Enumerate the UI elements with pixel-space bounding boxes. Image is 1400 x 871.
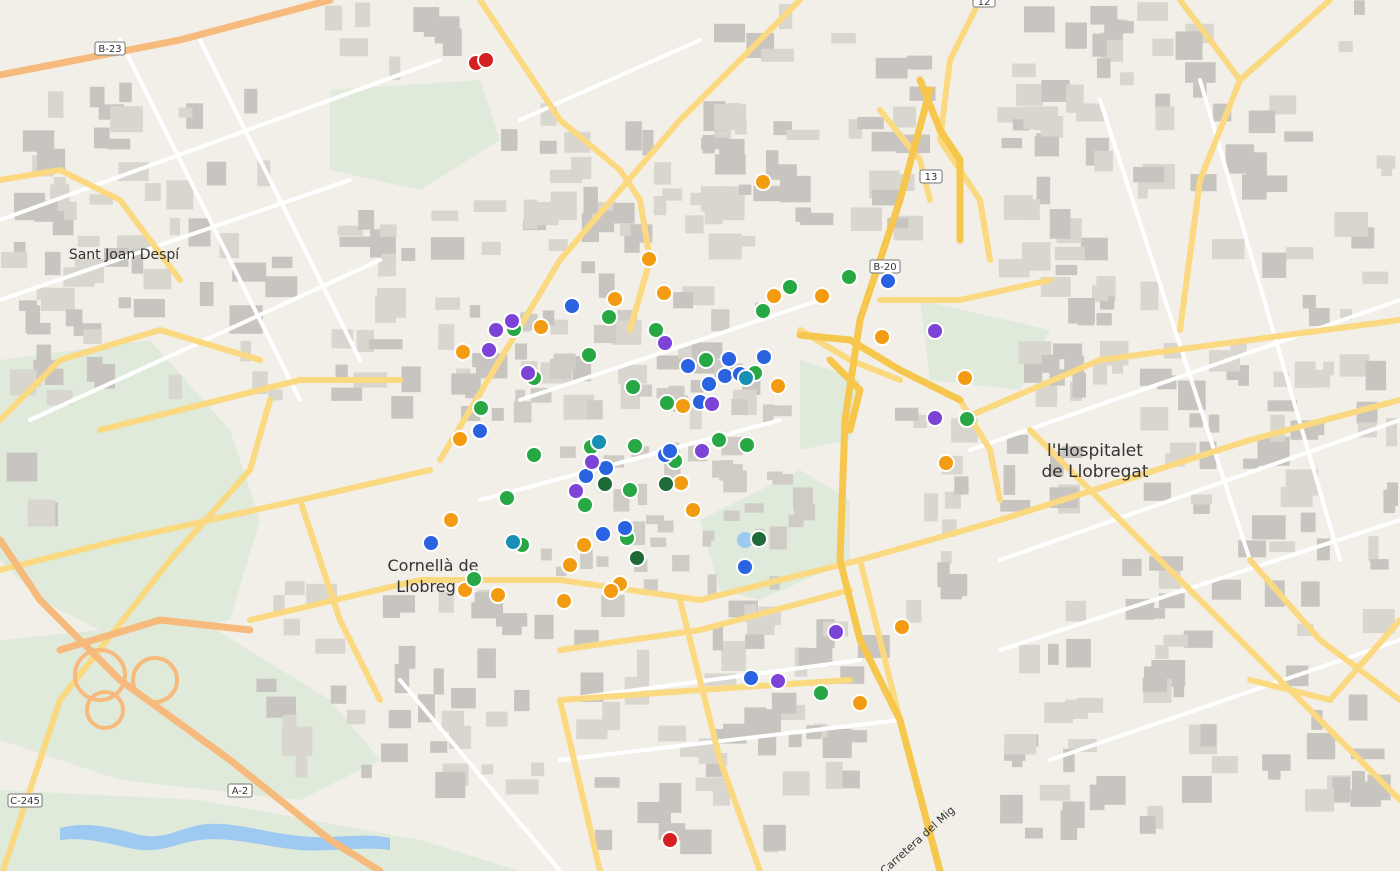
map-marker-red[interactable] [477, 51, 495, 69]
label-hospitalet-line1: l'Hospitalet [1047, 441, 1143, 461]
map-marker-purple[interactable] [480, 341, 498, 359]
map-marker-blue[interactable] [594, 525, 612, 543]
map-marker-blue[interactable] [755, 348, 773, 366]
map-marker-blue[interactable] [716, 367, 734, 385]
map-marker-green[interactable] [840, 268, 858, 286]
label-cornella-line1: Cornellà de [387, 556, 478, 575]
shield-b23: B-23 [94, 41, 126, 56]
map-marker-green[interactable] [576, 496, 594, 514]
map-marker-green[interactable] [580, 346, 598, 364]
map-marker-orange[interactable] [956, 369, 974, 387]
map-marker-green[interactable] [465, 570, 483, 588]
map-marker-orange[interactable] [655, 284, 673, 302]
map-marker-orange[interactable] [893, 618, 911, 636]
map-marker-purple[interactable] [583, 453, 601, 471]
map-marker-dark-green[interactable] [750, 530, 768, 548]
shield-13: 13 [919, 169, 943, 184]
map-canvas[interactable]: Sant Joan Despí Cornellà de Llobreg l'Ho… [0, 0, 1400, 871]
svg-text:C-245: C-245 [10, 796, 40, 807]
map-marker-dark-green[interactable] [628, 549, 646, 567]
map-marker-green[interactable] [738, 436, 756, 454]
map-marker-green[interactable] [958, 410, 976, 428]
map-marker-purple[interactable] [703, 395, 721, 413]
map-marker-orange[interactable] [684, 501, 702, 519]
map-marker-orange[interactable] [575, 536, 593, 554]
shield-a2: A-2 [227, 783, 253, 798]
map-marker-orange[interactable] [602, 582, 620, 600]
map-marker-green[interactable] [525, 446, 543, 464]
map-marker-teal[interactable] [590, 433, 608, 451]
svg-text:A-2: A-2 [232, 786, 249, 797]
map-marker-blue[interactable] [736, 558, 754, 576]
map-marker-orange[interactable] [937, 454, 955, 472]
map-marker-orange[interactable] [532, 318, 550, 336]
map-marker-purple[interactable] [487, 321, 505, 339]
map-marker-green[interactable] [600, 308, 618, 326]
map-marker-purple[interactable] [693, 442, 711, 460]
map-marker-blue[interactable] [879, 272, 897, 290]
map-marker-green[interactable] [472, 399, 490, 417]
svg-text:12: 12 [978, 0, 991, 8]
label-cornella-line2: Llobreg [396, 577, 456, 596]
map-marker-blue[interactable] [679, 357, 697, 375]
map-marker-orange[interactable] [489, 586, 507, 604]
map-marker-orange[interactable] [813, 287, 831, 305]
map-marker-blue[interactable] [563, 297, 581, 315]
map-marker-orange[interactable] [754, 173, 772, 191]
map-marker-blue[interactable] [720, 350, 738, 368]
map-marker-orange[interactable] [765, 287, 783, 305]
map-marker-orange[interactable] [640, 250, 658, 268]
map-marker-green[interactable] [624, 378, 642, 396]
map-marker-blue[interactable] [422, 534, 440, 552]
map-marker-orange[interactable] [674, 397, 692, 415]
map-marker-purple[interactable] [519, 364, 537, 382]
map-marker-orange[interactable] [454, 343, 472, 361]
map-marker-purple[interactable] [926, 409, 944, 427]
map-marker-green[interactable] [658, 394, 676, 412]
map-marker-purple[interactable] [656, 334, 674, 352]
svg-text:B-23: B-23 [98, 44, 121, 55]
map-marker-purple[interactable] [503, 312, 521, 330]
map-marker-dark-green[interactable] [596, 475, 614, 493]
map-marker-green[interactable] [498, 489, 516, 507]
map-marker-orange[interactable] [873, 328, 891, 346]
map-marker-orange[interactable] [672, 474, 690, 492]
map-marker-green[interactable] [781, 278, 799, 296]
map-marker-teal[interactable] [737, 369, 755, 387]
map-marker-orange[interactable] [606, 290, 624, 308]
map-marker-green[interactable] [812, 684, 830, 702]
map-marker-green[interactable] [754, 302, 772, 320]
map-marker-orange[interactable] [451, 430, 469, 448]
map-marker-purple[interactable] [769, 672, 787, 690]
map-marker-blue[interactable] [616, 519, 634, 537]
map-marker-orange[interactable] [561, 556, 579, 574]
map-svg[interactable]: Sant Joan Despí Cornellà de Llobreg l'Ho… [0, 0, 1400, 871]
map-marker-orange[interactable] [555, 592, 573, 610]
map-marker-orange[interactable] [851, 694, 869, 712]
map-marker-green[interactable] [697, 351, 715, 369]
shield-12: 12 [972, 0, 996, 8]
label-sant-joan-despi: Sant Joan Despí [69, 247, 180, 263]
map-marker-purple[interactable] [827, 623, 845, 641]
map-marker-dark-green[interactable] [657, 475, 675, 493]
map-marker-orange[interactable] [769, 377, 787, 395]
map-marker-green[interactable] [621, 481, 639, 499]
map-marker-blue[interactable] [661, 442, 679, 460]
map-marker-blue[interactable] [471, 422, 489, 440]
svg-text:B-20: B-20 [873, 262, 896, 273]
map-marker-red[interactable] [661, 831, 679, 849]
map-marker-green[interactable] [626, 437, 644, 455]
label-hospitalet-line2: de Llobregat [1042, 462, 1149, 482]
map-marker-blue[interactable] [742, 669, 760, 687]
svg-text:13: 13 [925, 172, 938, 183]
map-marker-purple[interactable] [567, 482, 585, 500]
map-marker-orange[interactable] [442, 511, 460, 529]
map-marker-purple[interactable] [926, 322, 944, 340]
map-marker-green[interactable] [710, 431, 728, 449]
shield-b20: B-20 [869, 259, 901, 274]
shield-c245: C-245 [7, 793, 43, 808]
map-marker-blue[interactable] [700, 375, 718, 393]
map-marker-teal[interactable] [504, 533, 522, 551]
